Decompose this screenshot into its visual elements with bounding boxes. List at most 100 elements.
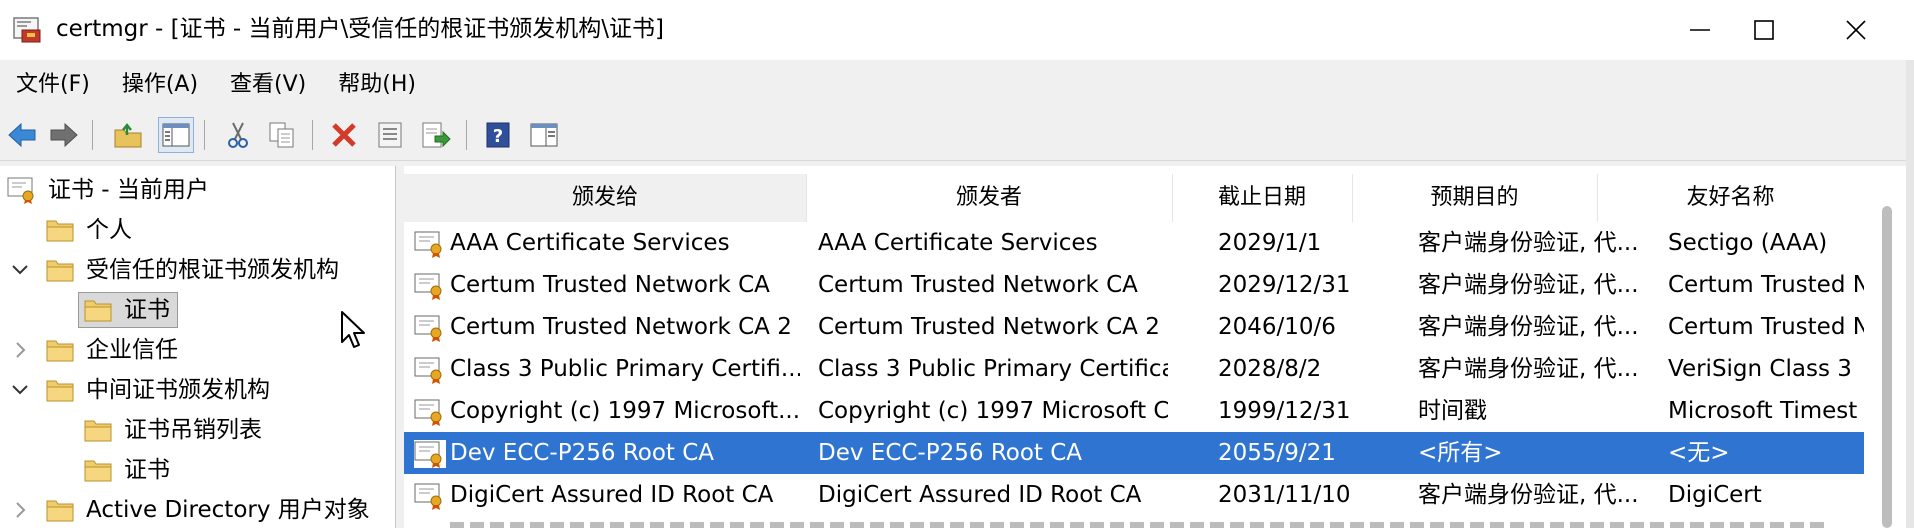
tree-item-label: 证书 (124, 297, 170, 323)
cell-friendly-name: DigiCert (1668, 482, 1762, 508)
cell-expiration-date: 2029/12/31 (1218, 272, 1351, 298)
table-row-selected[interactable]: Dev ECC-P256 Root CA Dev ECC-P256 Root C… (404, 432, 1864, 474)
console-button[interactable] (526, 117, 562, 153)
toolbar: ? (0, 110, 1914, 161)
folder-icon (46, 220, 74, 242)
chevron-right-icon[interactable] (8, 338, 32, 362)
menu-view[interactable]: 查看(V) (214, 60, 322, 110)
cell-expiration-date: 2029/1/1 (1218, 230, 1322, 256)
console-icon (530, 123, 558, 147)
tree-item-enterprise-trust[interactable]: 企业信任 (0, 330, 395, 370)
tree-pane[interactable]: 证书 - 当前用户 个人 受信任的根证书颁发机构 证书 企业信任 中间证书颁发机… (0, 166, 396, 528)
cell-intended-purposes: 客户端身份验证, 代... (1418, 230, 1639, 256)
cell-friendly-name: <无> (1668, 440, 1730, 466)
cell-friendly-name: Sectigo (AAA) (1668, 230, 1828, 256)
folder-icon (46, 380, 74, 402)
cell-issued-to: Class 3 Public Primary Certifi... (450, 356, 800, 382)
up-folder-icon (114, 123, 142, 148)
cell-issued-by: Class 3 Public Primary Certifica... (818, 356, 1168, 382)
cell-issued-by: Certum Trusted Network CA 2 (818, 314, 1160, 340)
table-row[interactable]: Certum Trusted Network CA 2 Certum Trust… (404, 306, 1864, 348)
back-arrow-icon (8, 122, 36, 148)
cell-intended-purposes: 客户端身份验证, 代... (1418, 482, 1639, 508)
tree-item-label: Active Directory 用户对象 (86, 497, 370, 523)
folder-icon (46, 260, 74, 282)
toolbar-separator (204, 120, 205, 150)
maximize-icon (1754, 20, 1774, 40)
column-header-expiration-date[interactable]: 截止日期 (1172, 174, 1353, 222)
cell-issued-to: Certum Trusted Network CA 2 (450, 314, 792, 340)
window-right-edge (1906, 60, 1914, 528)
close-button[interactable] (1810, 0, 1902, 60)
cell-issued-by: Copyright (c) 1997 Microsoft C... (818, 398, 1168, 424)
table-row[interactable]: Copyright (c) 1997 Microsoft... Copyrigh… (404, 390, 1864, 432)
scrollbar-thumb[interactable] (1882, 206, 1892, 528)
cell-friendly-name: Certum Trusted N (1668, 272, 1864, 298)
chevron-right-icon[interactable] (8, 498, 32, 522)
cell-issued-by: Dev ECC-P256 Root CA (818, 440, 1083, 466)
column-header-issued-to[interactable]: 颁发给 (404, 174, 807, 222)
chevron-down-icon[interactable] (8, 258, 32, 282)
back-button[interactable] (4, 117, 40, 153)
certificate-icon (414, 357, 442, 384)
cell-issued-to: Certum Trusted Network CA (450, 272, 770, 298)
export-button[interactable] (418, 117, 454, 153)
tree-item-label: 企业信任 (86, 337, 178, 363)
column-header-issued-by[interactable]: 颁发者 (806, 174, 1173, 222)
cell-intended-purposes: 客户端身份验证, 代... (1418, 272, 1639, 298)
table-row-partial[interactable] (404, 516, 1864, 528)
title-bar[interactable]: certmgr - [证书 - 当前用户\受信任的根证书颁发机构\证书] (0, 0, 1914, 60)
forward-arrow-icon (50, 122, 78, 148)
column-header-friendly-name[interactable]: 友好名称 (1597, 174, 1865, 222)
tree-root[interactable]: 证书 - 当前用户 (0, 170, 395, 210)
cell-intended-purposes: 客户端身份验证, 代... (1418, 356, 1639, 382)
show-hide-tree-button[interactable] (158, 117, 194, 153)
tree-item-label: 证书吊销列表 (124, 417, 262, 443)
cell-issued-to: AAA Certificate Services (450, 230, 730, 256)
chevron-down-icon[interactable] (8, 378, 32, 402)
certificate-store-icon (7, 177, 34, 204)
tree-item-crl[interactable]: 证书吊销列表 (0, 410, 395, 450)
copy-button[interactable] (264, 117, 300, 153)
cut-button[interactable] (220, 117, 256, 153)
forward-button[interactable] (46, 117, 82, 153)
menu-help[interactable]: 帮助(H) (322, 60, 432, 110)
table-row[interactable]: AAA Certificate Services AAA Certificate… (404, 222, 1864, 264)
list-header: 颁发给 颁发者 截止日期 预期目的 友好名称 (404, 166, 1906, 224)
help-icon: ? (486, 122, 510, 148)
cut-icon (228, 122, 248, 148)
svg-text:?: ? (493, 126, 503, 147)
cell-intended-purposes: 客户端身份验证, 代... (1418, 314, 1639, 340)
tree-item-label: 受信任的根证书颁发机构 (86, 257, 339, 283)
show-hide-tree-icon (162, 123, 190, 147)
table-row[interactable]: Certum Trusted Network CA Certum Trusted… (404, 264, 1864, 306)
cell-issued-by: AAA Certificate Services (818, 230, 1098, 256)
up-button[interactable] (110, 117, 146, 153)
cell-intended-purposes: <所有> (1418, 440, 1503, 466)
table-row[interactable]: Class 3 Public Primary Certifi... Class … (404, 348, 1864, 390)
cell-friendly-name: Certum Trusted N (1668, 314, 1864, 340)
certificate-list[interactable]: 颁发给 颁发者 截止日期 预期目的 友好名称 AAA Certificate S… (404, 166, 1906, 528)
cell-expiration-date: 1999/12/31 (1218, 398, 1351, 424)
tree-item-trusted-root[interactable]: 受信任的根证书颁发机构 (0, 250, 395, 290)
tree-item-trusted-root-certificates[interactable]: 证书 (0, 290, 395, 330)
cell-expiration-date: 2028/8/2 (1218, 356, 1322, 382)
cell-friendly-name: VeriSign Class 3 (1668, 356, 1852, 382)
tree-item-intermediate-ca[interactable]: 中间证书颁发机构 (0, 370, 395, 410)
menu-action[interactable]: 操作(A) (106, 60, 214, 110)
tree-item-personal[interactable]: 个人 (0, 210, 395, 250)
cell-friendly-name: Microsoft Timest (1668, 398, 1858, 424)
menu-file[interactable]: 文件(F) (0, 60, 106, 110)
delete-button[interactable] (326, 117, 362, 153)
table-row[interactable]: DigiCert Assured ID Root CA DigiCert Ass… (404, 474, 1864, 516)
certificate-icon (414, 231, 442, 258)
properties-button[interactable] (372, 117, 408, 153)
tree-item-label: 证书 (124, 457, 170, 483)
close-icon (1846, 20, 1866, 40)
column-header-intended-purposes[interactable]: 预期目的 (1352, 174, 1598, 222)
maximize-button[interactable] (1718, 0, 1810, 60)
tree-item-ad-user-object[interactable]: Active Directory 用户对象 (0, 490, 395, 528)
help-button[interactable]: ? (480, 117, 516, 153)
tree-item-intermediate-certificates[interactable]: 证书 (0, 450, 395, 490)
toolbar-separator (466, 120, 467, 150)
